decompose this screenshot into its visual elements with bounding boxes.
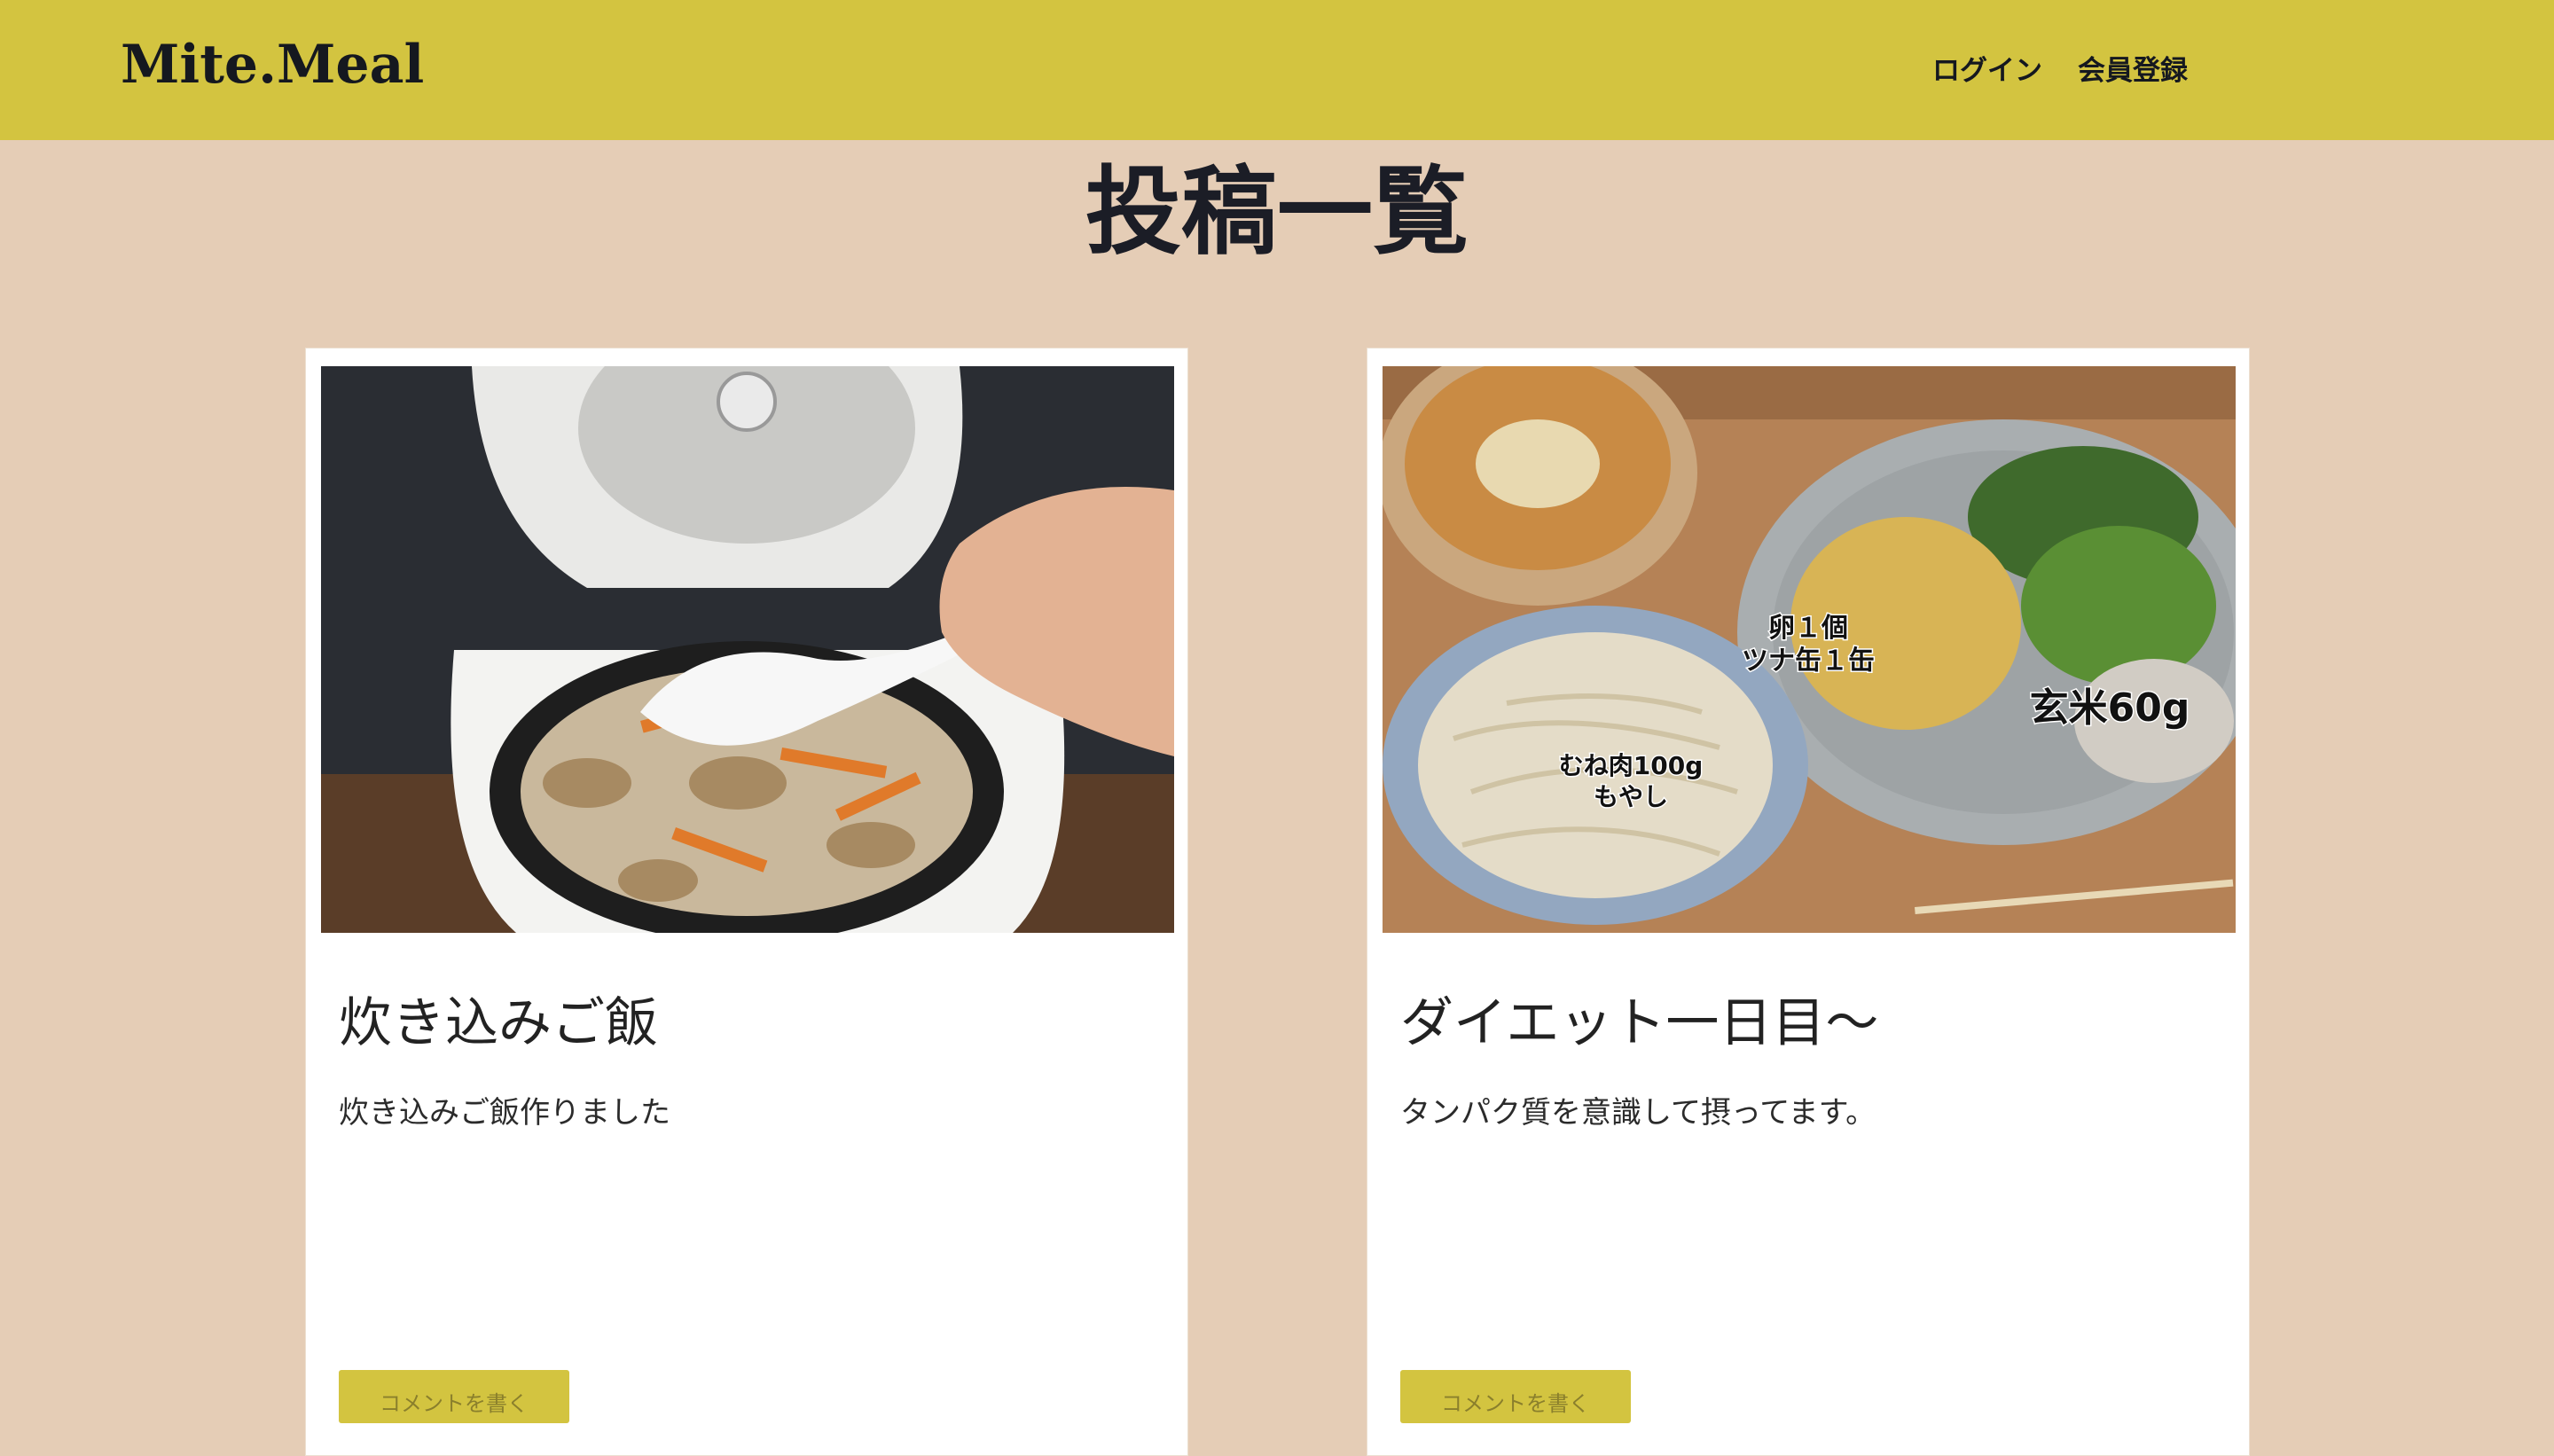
post-card: 炊き込みご飯 炊き込みご飯作りました コメントを書く [305, 348, 1188, 1456]
site-header: Mite.Meal ログイン 会員登録 [0, 0, 2554, 140]
post-body: タンパク質を意識して摂ってます。 [1400, 1095, 1876, 1131]
post-card: 卵１個 ツナ缶１缶 玄米60g むね肉100g もやし ダイエット一日目〜 タン… [1367, 348, 2250, 1456]
comment-button[interactable]: コメントを書く [1400, 1370, 1631, 1423]
post-title[interactable]: 炊き込みご飯 [339, 980, 658, 1057]
site-logo[interactable]: Mite.Meal [121, 34, 424, 96]
register-link[interactable]: 会員登録 [2078, 48, 2188, 88]
photo-label-egg: 卵１個 [1768, 613, 1848, 644]
post-image[interactable] [321, 366, 1174, 933]
photo-label-tuna: ツナ缶１缶 [1742, 646, 1875, 677]
page-title: 投稿一覧 [1085, 157, 1469, 268]
post-body: 炊き込みご飯作りました [339, 1095, 670, 1131]
photo-label-chicken: むね肉100g [1559, 751, 1704, 780]
photo-label-sprouts: もやし [1594, 782, 1668, 811]
photo-label-rice: 玄米60g [2030, 685, 2190, 731]
comment-button[interactable]: コメントを書く [339, 1370, 569, 1423]
post-image[interactable]: 卵１個 ツナ缶１缶 玄米60g むね肉100g もやし [1383, 366, 2236, 933]
login-link[interactable]: ログイン [1932, 48, 2042, 88]
post-title[interactable]: ダイエット一日目〜 [1400, 980, 1878, 1057]
rice-cooker-photo [321, 366, 1174, 933]
diet-meal-photo: 卵１個 ツナ缶１缶 玄米60g むね肉100g もやし [1383, 366, 2236, 933]
header-nav: ログイン 会員登録 [1932, 48, 2188, 88]
